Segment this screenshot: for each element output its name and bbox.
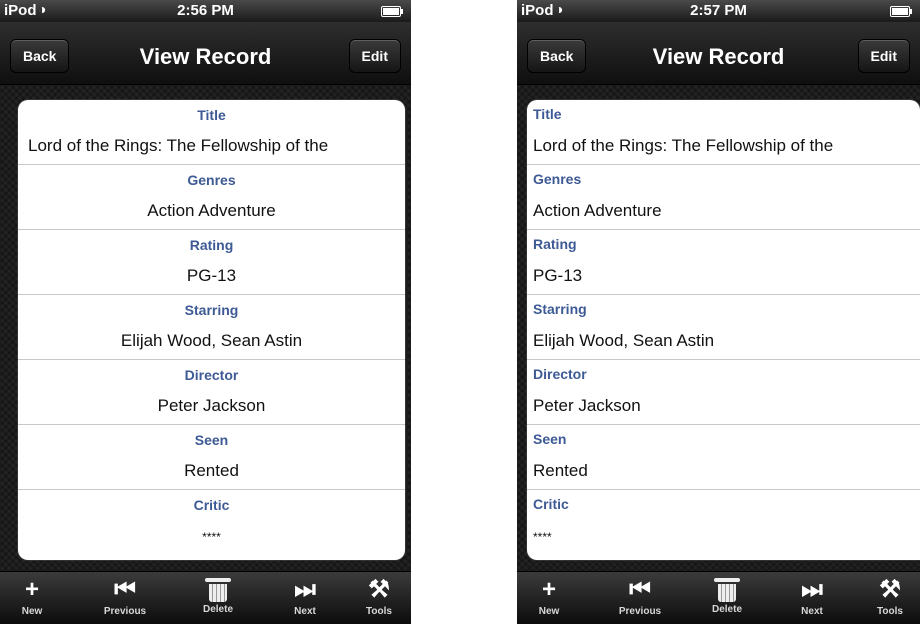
status-bar: iPod ◑ 2:56 PM [0, 0, 411, 22]
bottom-toolbar: + New ⏮ Previous Delete ⏭ Next ⚒ Tools [517, 571, 920, 624]
field-label: Genres [187, 172, 236, 188]
plus-icon: + [24, 576, 39, 603]
field-value: **** [533, 530, 552, 544]
new-button[interactable]: + New [519, 576, 579, 617]
field-value: Action Adventure [533, 201, 662, 220]
toolbar-label: Previous [618, 606, 662, 617]
field-genres: Genres Action Adventure [527, 165, 920, 230]
tools-icon: ⚒ [368, 576, 390, 603]
field-value: Elijah Wood, Sean Astin [120, 331, 303, 350]
status-time: 2:57 PM [690, 2, 747, 19]
navigation-bar: Back View Record Edit [0, 22, 411, 85]
field-value: Elijah Wood, Sean Astin [533, 331, 715, 350]
field-value: PG-13 [186, 266, 237, 285]
toolbar-label: Next [801, 606, 823, 617]
field-label: Title [533, 106, 562, 122]
bottom-toolbar: + New ⏮ Previous Delete ⏭ Next ⚒ Tools [0, 571, 411, 624]
field-genres: Genres Action Adventure [18, 165, 405, 230]
status-bar: iPod ◑ 2:57 PM [517, 0, 920, 22]
field-rating: Rating PG-13 [527, 230, 920, 295]
field-critic: Critic **** [18, 490, 405, 550]
field-label: Critic [193, 497, 230, 513]
navigation-bar: Back View Record Edit [517, 22, 920, 85]
field-rating: Rating PG-13 [18, 230, 405, 295]
edit-button[interactable]: Edit [857, 39, 910, 73]
field-director: Director Peter Jackson [18, 360, 405, 425]
field-starring: Starring Elijah Wood, Sean Astin [527, 295, 920, 360]
field-value: Peter Jackson [157, 396, 266, 415]
skip-previous-icon: ⏮ [114, 576, 136, 603]
skip-previous-icon: ⏮ [629, 576, 651, 603]
skip-next-icon: ⏭ [801, 576, 823, 603]
field-value: Lord of the Rings: The Fellowship of the [28, 136, 329, 155]
toolbar-label: Delete [711, 604, 742, 615]
previous-button[interactable]: ⏮ Previous [610, 576, 670, 617]
tools-icon: ⚒ [879, 576, 901, 603]
toolbar-label: Tools [366, 606, 392, 617]
field-value: **** [202, 530, 221, 544]
tools-button[interactable]: ⚒ Tools [349, 576, 409, 617]
field-value: Action Adventure [147, 201, 276, 220]
field-label: Rating [189, 237, 234, 253]
field-label: Starring [533, 301, 587, 317]
skip-next-icon: ⏭ [294, 576, 316, 603]
delete-button[interactable]: Delete [188, 576, 248, 615]
field-title: Title Lord of the Rings: The Fellowship … [18, 100, 405, 165]
toolbar-label: New [21, 606, 43, 617]
field-director: Director Peter Jackson [527, 360, 920, 425]
field-label: Director [533, 366, 587, 382]
next-button[interactable]: ⏭ Next [782, 576, 842, 617]
field-value: Lord of the Rings: The Fellowship of the [533, 136, 834, 155]
field-value: Rented [533, 461, 588, 480]
record-card: Title Lord of the Rings: The Fellowship … [18, 100, 405, 560]
plus-icon: + [541, 576, 556, 603]
field-value: Rented [184, 461, 239, 480]
battery-icon [381, 6, 403, 17]
field-critic: Critic **** [527, 490, 920, 550]
next-button[interactable]: ⏭ Next [275, 576, 335, 617]
previous-button[interactable]: ⏮ Previous [95, 576, 155, 617]
field-label: Title [197, 107, 226, 123]
field-seen: Seen Rented [18, 425, 405, 490]
record-card: Title Lord of the Rings: The Fellowship … [527, 100, 920, 560]
toolbar-label: Delete [202, 604, 233, 615]
field-value: PG-13 [533, 266, 583, 285]
field-title: Title Lord of the Rings: The Fellowship … [527, 100, 920, 165]
toolbar-label: New [538, 606, 560, 617]
field-label: Genres [533, 171, 582, 187]
tools-button[interactable]: ⚒ Tools [860, 576, 920, 617]
field-label: Seen [194, 432, 229, 448]
edit-button[interactable]: Edit [348, 39, 401, 73]
delete-button[interactable]: Delete [697, 576, 757, 615]
new-button[interactable]: + New [2, 576, 62, 617]
field-label: Seen [533, 431, 567, 447]
field-label: Starring [184, 302, 239, 318]
phone-screen-left-aligned: iPod ◑ 2:57 PM Back View Record Edit Tit… [517, 0, 920, 624]
field-label: Rating [533, 236, 577, 252]
status-time: 2:56 PM [177, 2, 234, 19]
toolbar-label: Tools [877, 606, 903, 617]
trash-icon [714, 578, 740, 602]
toolbar-label: Next [294, 606, 316, 617]
field-seen: Seen Rented [527, 425, 920, 490]
field-value: Peter Jackson [533, 396, 641, 415]
phone-screen-centered: iPod ◑ 2:56 PM Back View Record Edit Tit… [0, 0, 411, 624]
field-label: Director [184, 367, 239, 383]
field-label: Critic [533, 496, 569, 512]
battery-icon [890, 6, 912, 17]
field-starring: Starring Elijah Wood, Sean Astin [18, 295, 405, 360]
toolbar-label: Previous [103, 606, 147, 617]
trash-icon [205, 578, 231, 602]
